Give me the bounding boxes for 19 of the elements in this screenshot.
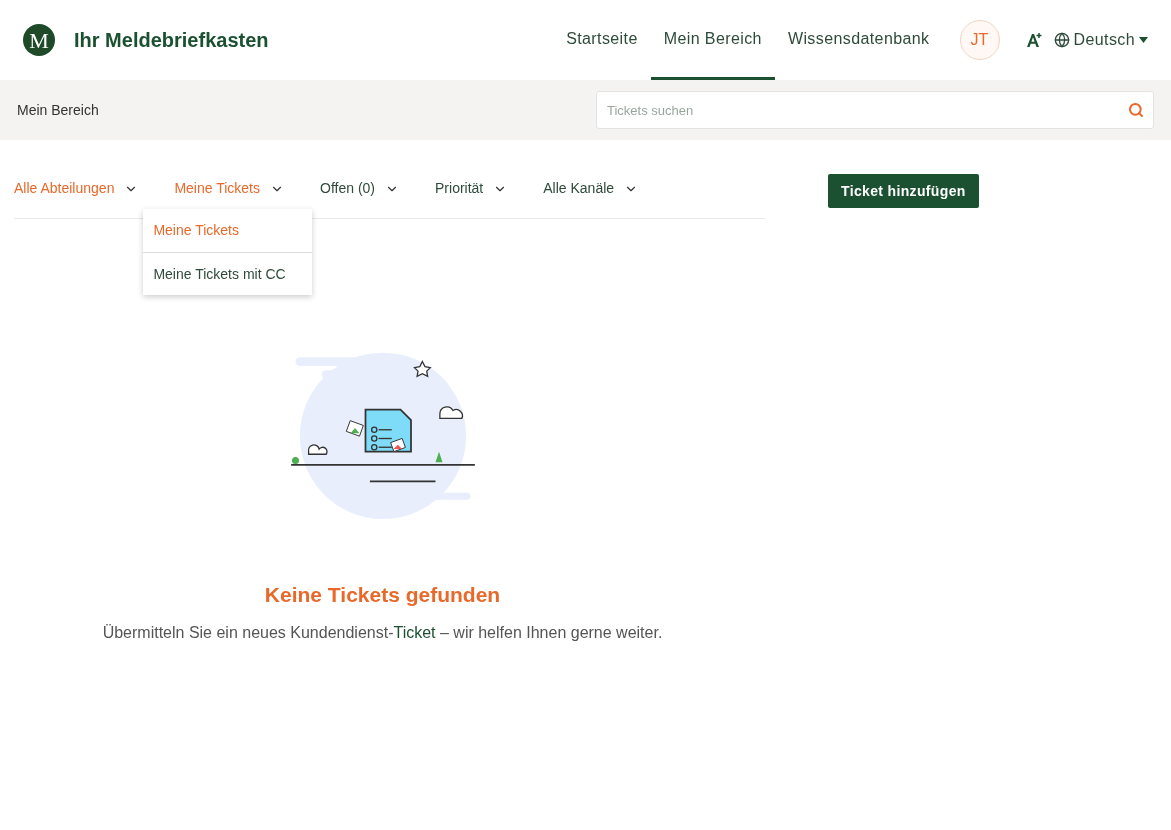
globe-icon — [1053, 32, 1070, 48]
breadcrumb: Mein Bereich — [17, 100, 99, 120]
language-selector[interactable]: Deutsch — [1053, 28, 1148, 52]
ticket-link[interactable]: Ticket — [393, 623, 436, 641]
search-field[interactable]: Tickets suchen — [596, 91, 1154, 129]
filter-dropdown[interactable]: Offen (0) — [320, 178, 399, 199]
nav-link[interactable]: Startseite — [553, 0, 651, 80]
filter-dropdown[interactable]: Alle Kanäle — [543, 178, 639, 199]
caret-icon — [1139, 37, 1148, 43]
add-ticket-button[interactable]: Ticket hinzufügen — [828, 174, 979, 208]
dropdown-item[interactable]: Meine Tickets mit CC — [143, 252, 313, 295]
empty-message: Übermitteln Sie ein neues Kundendienst-Ticket – wir helfen Ihnen gerne weiter. — [102, 622, 663, 643]
site-title: Ihr Meldebriefkasten — [74, 28, 269, 53]
empty-title: Keine Tickets gefunden — [264, 582, 501, 608]
nav-link[interactable]: Wissensdatenbank — [774, 0, 943, 80]
search-icon[interactable] — [1128, 102, 1144, 118]
logo-badge[interactable]: M — [23, 24, 55, 56]
font-size-icon[interactable] — [1026, 33, 1042, 47]
filter-dropdown[interactable]: Priorität — [435, 178, 508, 199]
